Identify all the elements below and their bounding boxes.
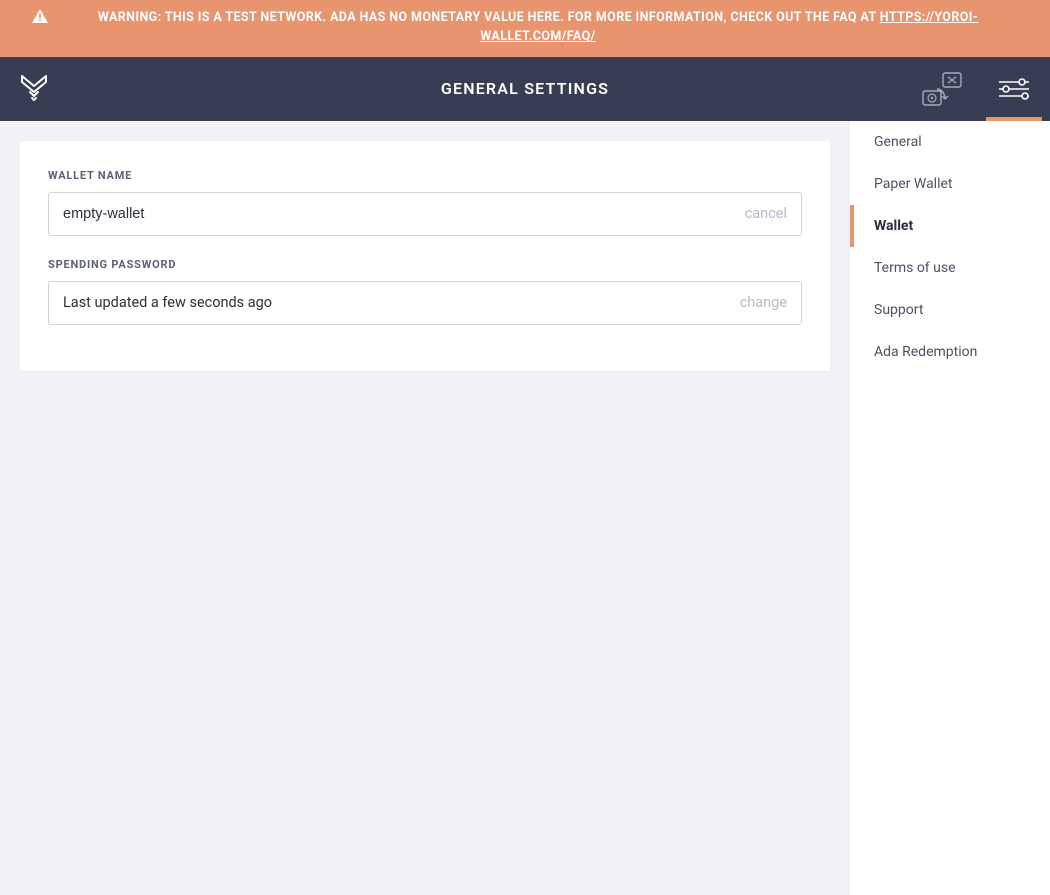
wallet-name-input[interactable] [63,206,745,222]
top-bar: GENERAL SETTINGS [0,57,1050,121]
daedalus-transfer-button[interactable] [906,57,978,121]
wallet-name-label: WALLET NAME [48,169,802,182]
settings-button[interactable] [978,57,1050,121]
spending-password-label: SPENDING PASSWORD [48,258,802,271]
wallet-name-cancel-button[interactable]: cancel [745,205,787,222]
sidebar-item-general[interactable]: General [850,121,1050,163]
warning-icon [32,9,48,29]
sidebar-item-ada-redemption[interactable]: Ada Redemption [850,331,1050,373]
sidebar-item-terms-of-use[interactable]: Terms of use [850,247,1050,289]
settings-sidebar: General Paper Wallet Wallet Terms of use… [850,121,1050,895]
sidebar-item-wallet[interactable]: Wallet [850,205,1050,247]
wallet-name-field-box: cancel [48,192,802,236]
spending-password-change-button[interactable]: change [740,294,787,311]
spending-password-status: Last updated a few seconds ago [63,294,740,311]
spending-password-field-box: Last updated a few seconds ago change [48,281,802,325]
yoroi-logo[interactable] [0,57,68,121]
warning-text: WARNING: THIS IS A TEST NETWORK. ADA HAS… [98,10,880,25]
test-network-warning-banner: WARNING: THIS IS A TEST NETWORK. ADA HAS… [0,0,1050,57]
sidebar-item-paper-wallet[interactable]: Paper Wallet [850,163,1050,205]
wallet-settings-card: WALLET NAME cancel SPENDING PASSWORD Las… [20,141,830,371]
sidebar-item-support[interactable]: Support [850,289,1050,331]
page-title: GENERAL SETTINGS [441,57,609,121]
